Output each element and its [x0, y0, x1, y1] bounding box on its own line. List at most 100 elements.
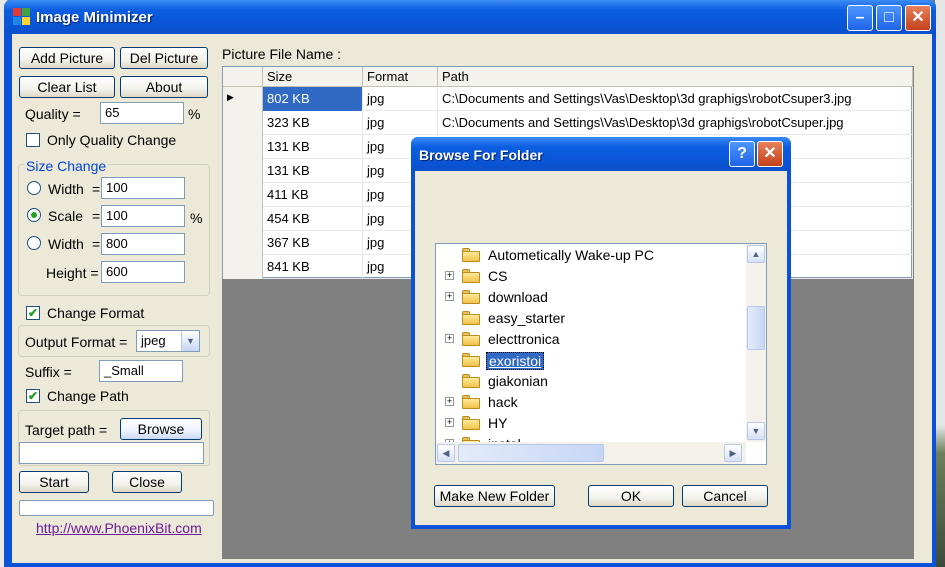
row-header[interactable] [223, 111, 263, 135]
width-height-radio[interactable] [27, 236, 41, 250]
dialog-titlebar[interactable]: Browse For Folder ? ✕ [411, 137, 791, 171]
folder-icon [462, 353, 480, 367]
folder-icon [462, 395, 480, 409]
expand-plus-icon[interactable]: + [445, 292, 454, 301]
expand-plus-icon[interactable]: + [445, 334, 454, 343]
expand-plus-icon[interactable]: + [445, 418, 454, 427]
target-path-input[interactable] [19, 442, 204, 464]
folder-icon [462, 248, 480, 262]
cell-size[interactable]: 841 KB [263, 255, 363, 279]
phoenixbit-link[interactable]: http://www.PhoenixBit.com [36, 520, 202, 536]
cell-path[interactable]: C:\Documents and Settings\Vas\Desktop\3d… [438, 111, 913, 135]
current-row-marker-icon: ▶ [227, 92, 234, 102]
folder-icon-body [462, 419, 480, 430]
height-input[interactable]: 600 [101, 261, 185, 283]
tree-item[interactable]: + download [436, 287, 744, 308]
scale-input[interactable]: 100 [101, 205, 185, 227]
close-window-button[interactable]: ✕ [905, 5, 931, 31]
grid-header-path[interactable]: Path [438, 67, 913, 87]
start-button[interactable]: Start [19, 471, 89, 493]
scroll-left-arrow[interactable]: ◀ [437, 444, 455, 462]
expand-plus-icon[interactable]: + [445, 271, 454, 280]
folder-icon-body [462, 398, 480, 409]
output-format-value: jpeg [141, 333, 166, 348]
tree-item[interactable]: + electtronica [436, 329, 744, 350]
cell-size[interactable]: 367 KB [263, 231, 363, 255]
cell-size[interactable]: 802 KB [263, 87, 363, 111]
only-quality-change-checkbox[interactable] [26, 133, 40, 147]
close-button[interactable]: Close [112, 471, 182, 493]
browse-button[interactable]: Browse [120, 418, 202, 440]
tree-horizontal-scrollbar[interactable]: ◀ ▶ [436, 442, 746, 464]
folder-icon-body [462, 314, 480, 325]
width2-input[interactable]: 800 [101, 233, 185, 255]
tree-item-label: Autometically Wake-up PC [488, 247, 654, 263]
folder-icon [462, 332, 480, 346]
folder-icon [462, 290, 480, 304]
folder-tree[interactable]: Autometically Wake-up PC + CS + download easy… [435, 243, 767, 465]
help-button[interactable]: ? [729, 141, 755, 167]
row-header[interactable]: ▶ [223, 87, 263, 111]
cell-format[interactable]: jpg [363, 111, 438, 135]
width-radio[interactable] [27, 181, 41, 195]
cell-size[interactable]: 131 KB [263, 135, 363, 159]
tree-vertical-scrollbar[interactable]: ▲ ▼ [746, 244, 766, 442]
add-picture-button[interactable]: Add Picture [19, 47, 115, 69]
row-header[interactable] [223, 183, 263, 207]
quality-input[interactable]: 65 [100, 102, 184, 124]
cell-size[interactable]: 454 KB [263, 207, 363, 231]
del-picture-button[interactable]: Del Picture [120, 47, 208, 69]
tree-item[interactable]: + HY [436, 413, 744, 434]
minimize-button[interactable]: – [847, 5, 873, 31]
ok-button[interactable]: OK [588, 485, 674, 507]
row-header[interactable] [223, 135, 263, 159]
clear-list-button[interactable]: Clear List [19, 76, 115, 98]
chevron-down-icon[interactable]: ▼ [181, 331, 199, 351]
quality-unit: % [188, 106, 201, 122]
change-path-checkbox[interactable]: ✔ [26, 389, 40, 403]
row-header[interactable] [223, 231, 263, 255]
row-header[interactable] [223, 255, 263, 279]
cell-path[interactable]: C:\Documents and Settings\Vas\Desktop\3d… [438, 87, 913, 111]
row-header[interactable] [223, 159, 263, 183]
dialog-close-button[interactable]: ✕ [757, 141, 783, 167]
window-title: Image Minimizer [36, 9, 153, 26]
cell-format[interactable]: jpg [363, 87, 438, 111]
table-row[interactable]: ▶ 802 KB jpg C:\Documents and Settings\Vas\… [223, 87, 913, 111]
tree-item[interactable]: + CS [436, 266, 744, 287]
tree-item-label: hack [488, 394, 518, 410]
change-format-checkbox[interactable]: ✔ [26, 306, 40, 320]
vertical-scroll-thumb[interactable] [747, 306, 765, 350]
make-new-folder-button[interactable]: Make New Folder [434, 485, 555, 507]
cell-size[interactable]: 323 KB [263, 111, 363, 135]
folder-icon-body [462, 272, 480, 283]
cell-size[interactable]: 411 KB [263, 183, 363, 207]
width-label: Width [48, 181, 84, 197]
tree-item[interactable]: exoristoi [436, 350, 744, 371]
main-window: Image Minimizer – □ ✕ Add Picture Del Pi… [4, 0, 936, 567]
scale-radio[interactable] [27, 208, 41, 222]
scroll-up-arrow[interactable]: ▲ [747, 245, 765, 263]
table-row[interactable]: 323 KB jpg C:\Documents and Settings\Vas\D… [223, 111, 913, 135]
cell-size[interactable]: 131 KB [263, 159, 363, 183]
size-change-legend: Size Change [24, 158, 109, 174]
output-format-select[interactable]: jpeg ▼ [136, 330, 200, 352]
browse-folder-dialog: Browse For Folder ? ✕ Autometically Wake… [411, 137, 791, 529]
maximize-button[interactable]: □ [876, 5, 902, 31]
tree-item[interactable]: Autometically Wake-up PC [436, 245, 744, 266]
main-titlebar[interactable]: Image Minimizer – □ ✕ [4, 0, 936, 34]
suffix-input[interactable]: _Small [99, 360, 183, 382]
row-header[interactable] [223, 207, 263, 231]
cancel-button[interactable]: Cancel [682, 485, 768, 507]
tree-item[interactable]: easy_starter [436, 308, 744, 329]
scroll-right-arrow[interactable]: ▶ [724, 444, 742, 462]
horizontal-scroll-thumb[interactable] [458, 444, 604, 462]
tree-item[interactable]: giakonian [436, 371, 744, 392]
grid-header-size[interactable]: Size [263, 67, 363, 87]
tree-item[interactable]: + hack [436, 392, 744, 413]
about-button[interactable]: About [120, 76, 208, 98]
grid-header-format[interactable]: Format [363, 67, 438, 87]
scroll-down-arrow[interactable]: ▼ [747, 422, 765, 440]
expand-plus-icon[interactable]: + [445, 397, 454, 406]
width-input[interactable]: 100 [101, 177, 185, 199]
